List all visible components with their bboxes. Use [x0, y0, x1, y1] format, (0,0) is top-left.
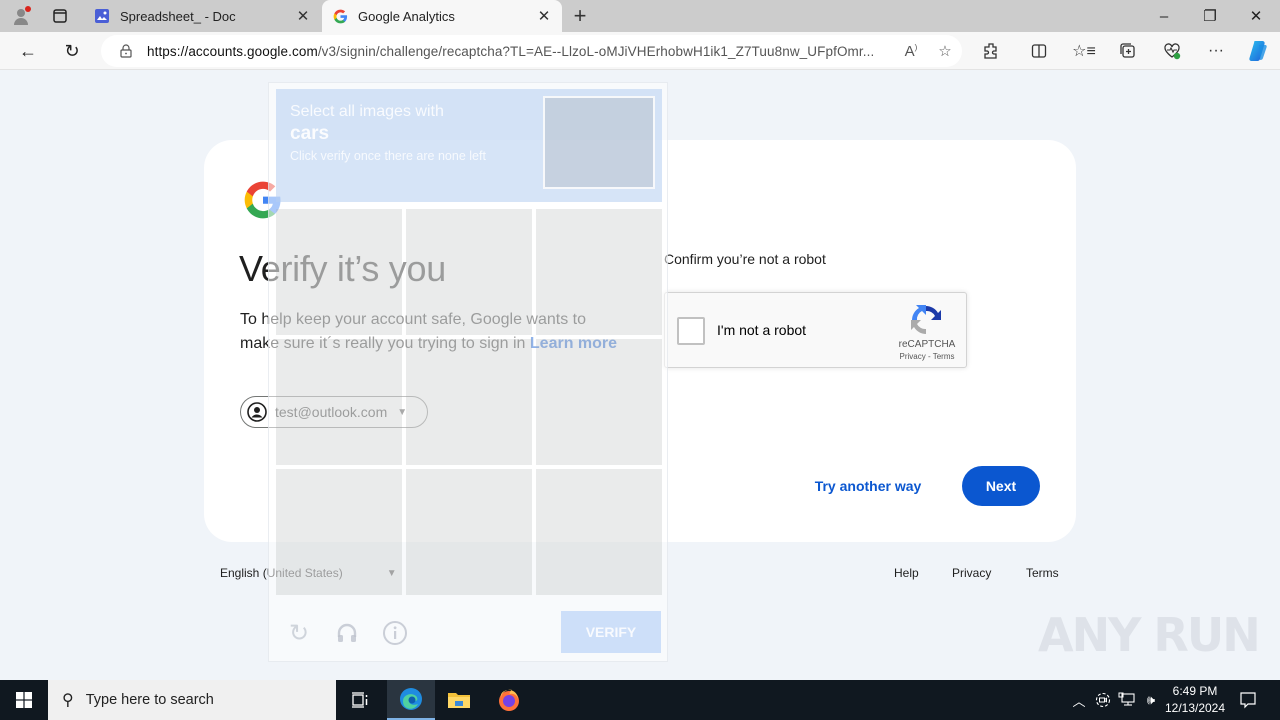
recaptcha-checkbox[interactable]	[677, 317, 705, 345]
challenge-verify-button[interactable]: VERIFY	[561, 611, 661, 653]
search-placeholder: Type here to search	[85, 692, 214, 708]
info-icon[interactable]	[381, 619, 409, 647]
folder-icon	[448, 693, 470, 708]
split-screen-icon[interactable]	[1024, 38, 1054, 64]
extensions-icon[interactable]	[976, 38, 1006, 64]
recaptcha-label: I'm not a robot	[717, 322, 807, 338]
show-hidden-icons-button[interactable]: ︿	[1068, 680, 1090, 720]
back-button[interactable]: ←	[13, 37, 43, 65]
windows-taskbar: ⚲ Type here to search ︿ 🕪 6:49 PM 12/13/…	[0, 680, 1280, 720]
taskbar-file-explorer[interactable]	[435, 680, 483, 720]
challenge-tile[interactable]	[276, 469, 402, 595]
recaptcha-privacy-terms[interactable]: Privacy - Terms	[887, 352, 967, 361]
start-button[interactable]	[0, 680, 48, 720]
close-window-button[interactable]: ✕	[1233, 0, 1279, 32]
address-bar[interactable]: https://accounts.google.com/v3/signin/ch…	[101, 35, 962, 67]
collections-icon[interactable]	[1113, 38, 1143, 64]
url-text[interactable]: https://accounts.google.com/v3/signin/ch…	[147, 44, 894, 59]
challenge-instruction: Select all images with	[290, 103, 444, 120]
volume-icon[interactable]: 🕪	[1140, 680, 1162, 720]
try-another-way-button[interactable]: Try another way	[800, 466, 936, 506]
windows-logo-icon	[16, 692, 32, 708]
taskbar-firefox[interactable]	[485, 680, 533, 720]
firefox-icon	[499, 689, 519, 711]
refresh-button[interactable]: ↻	[57, 37, 87, 65]
tab-actions-icon	[53, 9, 67, 23]
confirm-label: Confirm you’re not a robot	[664, 251, 826, 267]
taskbar-search-box[interactable]: ⚲ Type here to search	[48, 680, 336, 720]
challenge-tile[interactable]	[536, 209, 662, 335]
challenge-tile[interactable]	[536, 469, 662, 595]
task-view-button[interactable]	[336, 680, 384, 720]
notifications-button[interactable]	[1234, 680, 1262, 720]
refresh-icon: ↻	[64, 40, 80, 61]
footer-privacy-link[interactable]: Privacy	[952, 566, 991, 580]
new-tab-button[interactable]: +	[567, 3, 593, 29]
favorite-star-icon[interactable]: ☆	[928, 42, 962, 60]
browser-essentials-icon[interactable]	[1157, 38, 1187, 64]
url-path: /v3/signin/challenge/recaptcha?TL=AE--Ll…	[317, 43, 875, 59]
image-doc-icon	[94, 8, 110, 24]
arrow-left-icon: ←	[19, 40, 37, 61]
minimize-button[interactable]: –	[1141, 0, 1187, 32]
chevron-up-icon: ︿	[1072, 693, 1086, 709]
read-aloud-icon[interactable]: A)	[894, 43, 928, 60]
google-g-icon	[332, 8, 348, 24]
tab-google-analytics[interactable]: Google Analytics ✕	[322, 0, 562, 32]
reload-challenge-icon[interactable]: ↻	[285, 619, 313, 647]
more-menu-icon[interactable]: ···	[1201, 38, 1231, 64]
taskbar-edge[interactable]	[387, 680, 435, 720]
challenge-tile[interactable]	[276, 339, 402, 465]
recaptcha-brand: reCAPTCHA	[898, 339, 956, 350]
anyrun-watermark: ANY RUN	[1038, 608, 1261, 662]
footer-terms-link[interactable]: Terms	[1026, 566, 1059, 580]
network-icon[interactable]	[1116, 680, 1138, 720]
tab-title: Google Analytics	[358, 8, 455, 24]
recaptcha-widget: I'm not a robot reCAPTCHA Privacy - Term…	[664, 292, 967, 368]
system-clock[interactable]: 6:49 PM 12/13/2024	[1160, 683, 1230, 717]
footer-help-link[interactable]: Help	[894, 566, 919, 580]
challenge-target: cars	[290, 123, 330, 144]
next-button[interactable]: Next	[962, 466, 1040, 506]
edge-icon	[400, 688, 422, 710]
challenge-tile[interactable]	[536, 339, 662, 465]
tab-spreadsheet[interactable]: Spreadsheet_ - Doc ✕	[84, 0, 321, 32]
close-tab-icon[interactable]: ✕	[291, 7, 315, 25]
meet-now-icon[interactable]	[1092, 680, 1114, 720]
url-domain: https://accounts.google.com	[147, 43, 318, 59]
restore-button[interactable]: ❐	[1187, 0, 1233, 32]
challenge-header: Select all images with cars Click verify…	[276, 89, 662, 202]
profile-icon	[14, 6, 31, 25]
clock-date: 12/13/2024	[1164, 701, 1226, 715]
challenge-sample-image	[543, 96, 655, 189]
search-icon: ⚲	[62, 692, 74, 709]
tab-title: Spreadsheet_ - Doc	[120, 8, 236, 24]
challenge-tile[interactable]	[406, 469, 532, 595]
browser-tab-bar: Spreadsheet_ - Doc ✕ Google Analytics ✕ …	[0, 0, 1280, 32]
copilot-icon[interactable]	[1243, 38, 1273, 64]
lock-icon[interactable]	[119, 44, 133, 58]
recaptcha-challenge-popup: Select all images with cars Click verify…	[268, 82, 668, 662]
favorites-icon[interactable]: ☆≡	[1069, 38, 1099, 64]
browser-toolbar: ← ↻ https://accounts.google.com/v3/signi…	[0, 32, 1280, 70]
tab-actions-button[interactable]	[46, 4, 74, 28]
action-center-icon	[1240, 692, 1256, 709]
close-tab-icon[interactable]: ✕	[532, 7, 556, 25]
audio-challenge-icon[interactable]	[333, 619, 361, 647]
profile-button[interactable]	[8, 4, 36, 28]
challenge-tile[interactable]	[406, 209, 532, 335]
challenge-tile[interactable]	[276, 209, 402, 335]
challenge-tile[interactable]	[406, 339, 532, 465]
task-view-icon	[352, 692, 368, 708]
recaptcha-logo-icon	[911, 305, 941, 334]
challenge-hint: Click verify once there are none left	[290, 149, 486, 163]
account-circle-icon	[247, 402, 267, 422]
challenge-image-grid	[276, 209, 662, 595]
clock-time: 6:49 PM	[1172, 684, 1218, 698]
